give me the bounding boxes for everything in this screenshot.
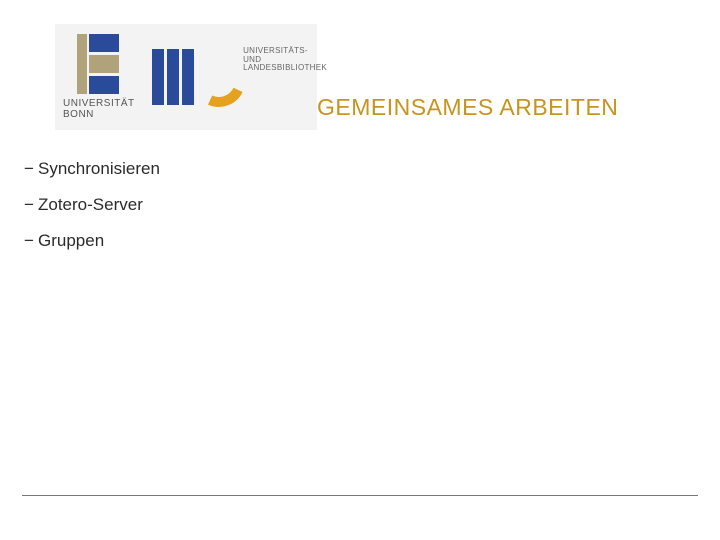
uni-bonn-mark-icon [77,34,121,94]
slide-title: GEMEINSAMES ARBEITEN [317,94,618,121]
ulb-logo: UNIVERSITÄTS- UND LANDESBIBLIOTHEK [152,49,333,105]
list-item-label: Synchronisieren [38,158,160,180]
uni-bonn-logo: UNIVERSITÄT BONN [63,34,134,120]
list-item-label: Gruppen [38,230,104,252]
ulb-bars-icon [152,49,197,105]
ulb-line2: UND LANDESBIBLIOTHEK [243,56,333,74]
footer-rule [22,495,698,496]
bullet-dash-icon: − [24,194,34,216]
list-item-label: Zotero-Server [38,194,143,216]
ulb-text: UNIVERSITÄTS- UND LANDESBIBLIOTHEK [243,47,333,73]
bullet-dash-icon: − [24,230,34,252]
uni-bonn-label: UNIVERSITÄT BONN [63,98,134,120]
list-item: − Zotero-Server [24,194,160,216]
slide: UNIVERSITÄT BONN UNIVERSITÄTS- UND LANDE… [0,0,720,540]
list-item: − Synchronisieren [24,158,160,180]
bullet-list: − Synchronisieren − Zotero-Server − Grup… [24,158,160,266]
ulb-swoosh-icon [197,49,237,105]
list-item: − Gruppen [24,230,160,252]
bullet-dash-icon: − [24,158,34,180]
logo-block: UNIVERSITÄT BONN UNIVERSITÄTS- UND LANDE… [55,24,317,130]
